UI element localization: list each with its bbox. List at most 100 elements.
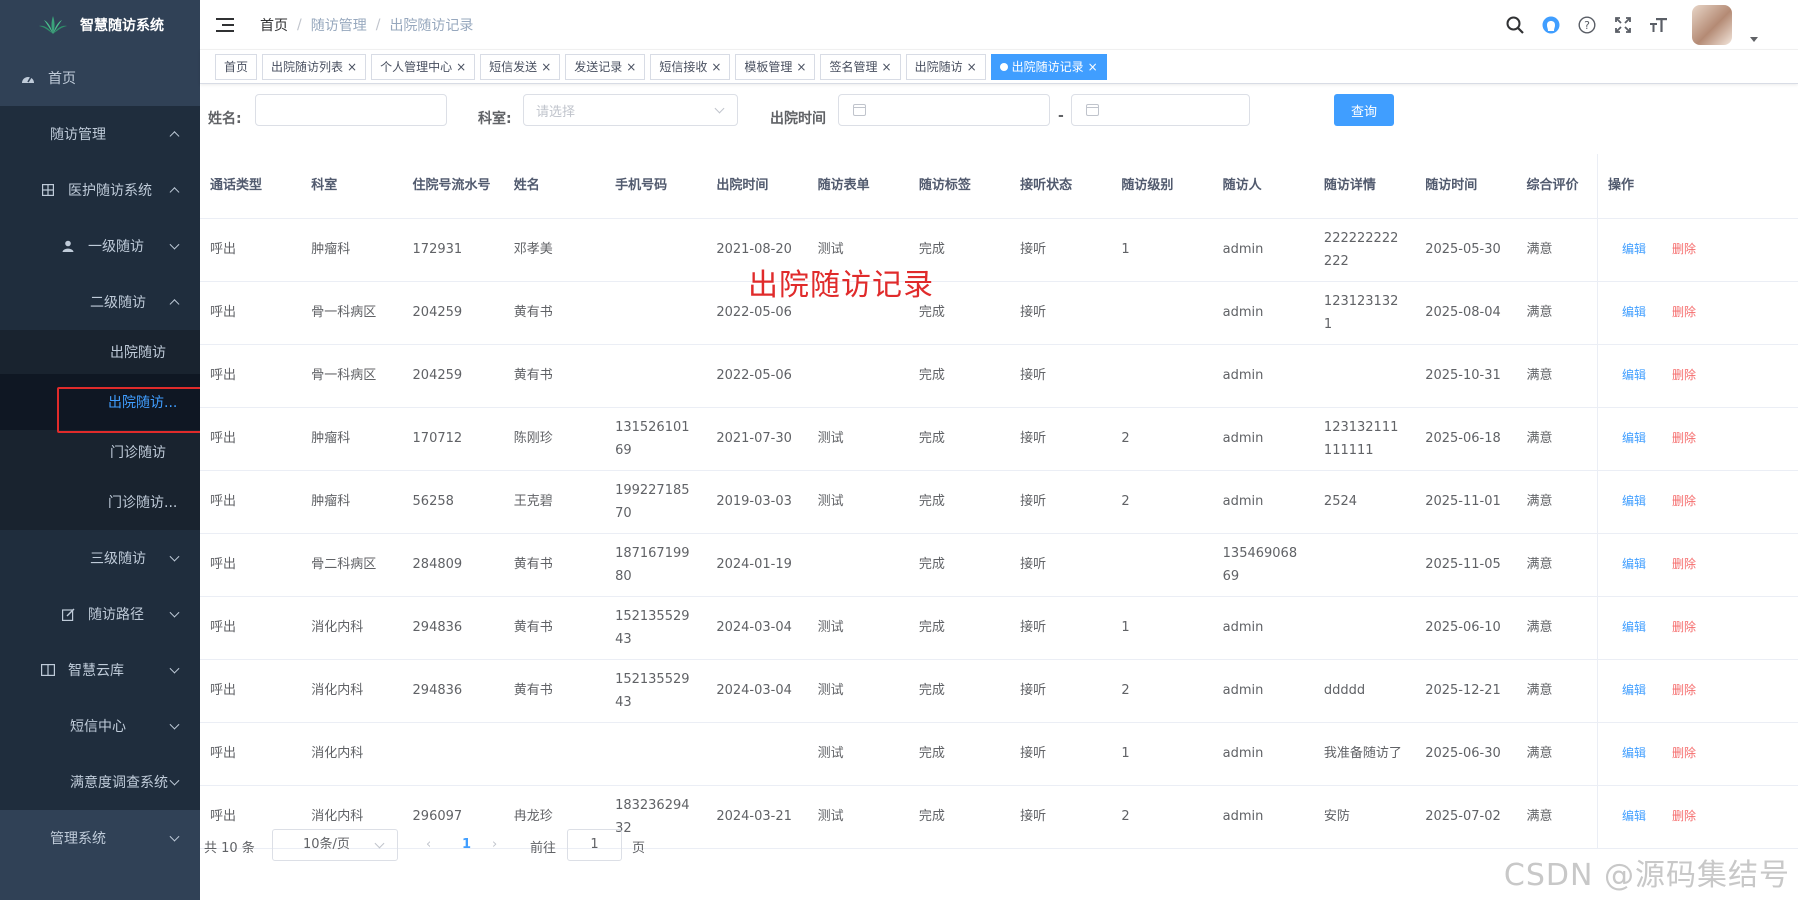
close-icon[interactable]: × [456,60,466,74]
tab-1[interactable]: 出院随访列表 × [262,53,367,80]
delete-button[interactable]: 删除 [1672,809,1696,823]
sidebar-item-label: 随访管理 [50,127,106,143]
table-body: 呼出 肿瘤科 172931 邓孝美 2021-08-20 测试 完成 接听 1 admin 2222… [200,218,1798,849]
table-cell: 黄有书 [503,533,606,597]
table-cell: 2 [1111,659,1213,723]
prev-page-button[interactable]: ‹ [426,837,431,852]
delete-button[interactable]: 删除 [1672,746,1696,760]
sidebar-item-sms-center[interactable]: 短信中心 [0,698,200,754]
sidebar-item-level1[interactable]: 一级随访 [0,218,200,274]
edit-button[interactable]: 编辑 [1622,494,1646,508]
fullscreen-icon[interactable] [1612,14,1634,36]
sidebar-item-admin-system[interactable]: 管理系统 [0,810,200,866]
delete-button[interactable]: 删除 [1672,431,1696,445]
caret-down-icon[interactable] [1750,36,1758,42]
delete-button[interactable]: 删除 [1672,683,1696,697]
sidebar-item-level2[interactable]: 二级随访 [0,274,200,330]
goto-page-input[interactable]: 1 [567,829,622,861]
sidebar-item-followup-mgmt[interactable]: 随访管理 [0,106,200,162]
page-number[interactable]: 1 [462,837,471,852]
table-row: 呼出 肿瘤科 56258 王克碧 19922718570 2019-03-03 测试 完成 接听… [200,470,1798,534]
sidebar-item-smart-cloud[interactable]: 智慧云库 [0,642,200,698]
column-header: 随访人 [1212,154,1314,219]
edit-button[interactable]: 编辑 [1622,557,1646,571]
table-cell: 接听 [1010,281,1112,345]
sidebar-item-label: 三级随访 [90,551,146,567]
edit-button[interactable]: 编辑 [1622,746,1646,760]
discharge-time-label: 出院时间 [770,111,826,127]
tab-6[interactable]: 模板管理 × [735,53,816,80]
logo[interactable]: 智慧随访系统 [0,0,200,50]
close-icon[interactable]: × [882,60,892,74]
query-button[interactable]: 查询 [1334,94,1394,126]
edit-button[interactable]: 编辑 [1622,683,1646,697]
discharge-start-date[interactable] [838,94,1050,126]
sidebar-item-outpatient-records[interactable]: 门诊随访... [0,474,200,530]
delete-button[interactable]: 删除 [1672,557,1696,571]
tab-7[interactable]: 签名管理 × [820,53,901,80]
delete-button[interactable]: 删除 [1672,620,1696,634]
table-cell: 接听 [1010,722,1112,786]
delete-button[interactable]: 删除 [1672,368,1696,382]
tab-5[interactable]: 短信接收 × [650,53,731,80]
avatar[interactable] [1692,5,1732,45]
sidebar-item-level3[interactable]: 三级随访 [0,530,200,586]
close-icon[interactable]: × [796,60,806,74]
tab-2[interactable]: 个人管理中心 × [371,53,476,80]
table-cell: 2021-07-30 [706,407,808,471]
close-icon[interactable]: × [347,60,357,74]
edit-button[interactable]: 编辑 [1622,431,1646,445]
edit-button[interactable]: 编辑 [1622,620,1646,634]
table-cell: 完成 [908,659,1011,723]
edit-button[interactable]: 编辑 [1622,242,1646,256]
table-cell: admin [1212,659,1314,723]
question-icon[interactable]: ? [1576,14,1598,36]
records-table: 通话类型 科室 住院号流水号 姓名 手机号码 出院时间 随访表单 随访标签 接听状态 随访级别 随访… [200,154,1798,849]
page-size-select[interactable]: 10条/页 [272,829,398,861]
font-size-icon[interactable] [1648,14,1670,36]
sidebar-item-home[interactable]: 首页 [0,50,200,106]
edit-button[interactable]: 编辑 [1622,368,1646,382]
sidebar-item-satisfaction[interactable]: 满意度调查系统 [0,754,200,810]
search-icon[interactable] [1504,14,1526,36]
tab-8[interactable]: 出院随访 × [905,53,986,80]
sidebar-item-discharge-followup[interactable]: 出院随访 [0,330,200,374]
close-icon[interactable]: × [626,60,636,74]
table-cell: 13152610169 [605,407,707,471]
edit-button[interactable]: 编辑 [1622,305,1646,319]
discharge-end-date[interactable] [1071,94,1250,126]
table-cell: 2025-10-31 [1415,344,1517,408]
sidebar-item-label: 出院随访 [110,345,166,361]
chevron-down-icon [169,551,180,562]
hamburger-icon[interactable] [216,17,234,32]
close-icon[interactable]: × [711,60,721,74]
sidebar-item-outpatient-followup[interactable]: 门诊随访 [0,430,200,474]
delete-button[interactable]: 删除 [1672,242,1696,256]
sidebar-item-medical-system[interactable]: 医护随访系统 [0,162,200,218]
next-page-button[interactable]: › [492,837,497,852]
delete-button[interactable]: 删除 [1672,305,1696,319]
table-cell: 呼出 [200,659,302,723]
actions-cell: 编辑 删除 [1596,785,1798,849]
actions-cell: 编辑 删除 [1596,281,1798,345]
dept-select[interactable]: 请选择 [523,94,738,126]
name-input[interactable] [255,94,447,126]
sidebar-item-followup-path[interactable]: 随访路径 [0,586,200,642]
table-cell: 19922718570 [605,470,707,534]
tab-3[interactable]: 短信发送 × [480,53,561,80]
tab-4[interactable]: 发送记录 × [565,53,646,80]
tab-9[interactable]: 出院随访记录 × [990,53,1107,80]
table-cell: 测试 [807,407,909,471]
delete-button[interactable]: 删除 [1672,494,1696,508]
table-cell [1313,344,1416,408]
watermark: CSDN @源码集结号 [1503,858,1790,893]
tab-0[interactable]: 首页 [215,53,258,80]
github-icon[interactable] [1540,14,1562,36]
edit-button[interactable]: 编辑 [1622,809,1646,823]
chevron-down-icon [374,838,385,849]
close-icon[interactable]: × [1088,60,1098,74]
close-icon[interactable]: × [967,60,977,74]
edit-icon [60,606,76,622]
close-icon[interactable]: × [541,60,551,74]
breadcrumb-home[interactable]: 首页 [260,15,288,35]
